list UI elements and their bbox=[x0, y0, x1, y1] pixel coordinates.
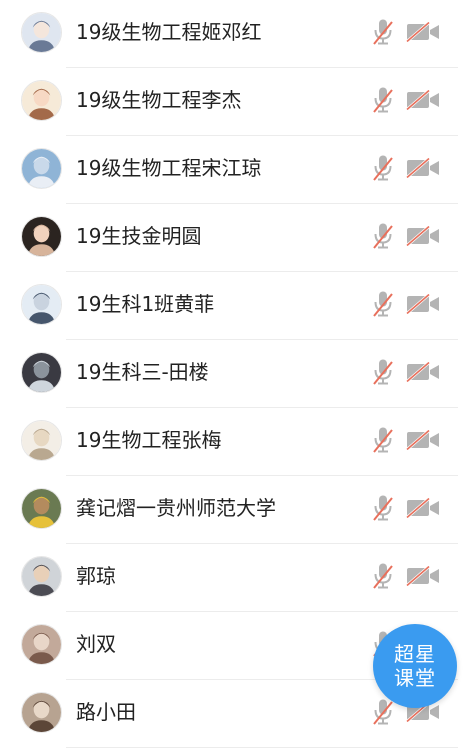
participant-name: 龚记熠一贵州师范大学 bbox=[76, 496, 276, 520]
participant-name: 19级生物工程姬邓红 bbox=[76, 20, 262, 44]
camera-off-icon[interactable] bbox=[406, 294, 440, 314]
camera-off-icon[interactable] bbox=[406, 22, 440, 42]
participant-name: 刘双 bbox=[76, 632, 116, 656]
participant-row[interactable]: 19生科三-田楼 bbox=[0, 340, 470, 408]
photo-avatar bbox=[21, 488, 62, 529]
dark-artwork-avatar bbox=[21, 352, 62, 393]
participant-name: 19生技金明圆 bbox=[76, 224, 202, 248]
muted-mic-icon[interactable] bbox=[372, 86, 394, 114]
anime-girl-avatar bbox=[21, 12, 62, 53]
participant-row[interactable]: 郭琼 bbox=[0, 544, 470, 612]
participant-name: 19生科1班黄菲 bbox=[76, 292, 215, 316]
photo-avatar bbox=[21, 624, 62, 665]
participant-name: 郭琼 bbox=[76, 564, 116, 588]
muted-mic-icon[interactable] bbox=[372, 222, 394, 250]
camera-off-icon[interactable] bbox=[406, 430, 440, 450]
participant-name: 19级生物工程李杰 bbox=[76, 88, 242, 112]
fab-label-line1: 超星 bbox=[394, 642, 436, 666]
camera-off-icon[interactable] bbox=[406, 226, 440, 246]
participant-row[interactable]: 19生科1班黄菲 bbox=[0, 272, 470, 340]
participant-name: 路小田 bbox=[76, 700, 136, 724]
muted-mic-icon[interactable] bbox=[372, 154, 394, 182]
participant-row[interactable]: 19生物工程张梅 bbox=[0, 408, 470, 476]
photo-avatar bbox=[21, 692, 62, 733]
chaoxing-classroom-button[interactable]: 超星 课堂 bbox=[373, 624, 457, 708]
muted-mic-icon[interactable] bbox=[372, 494, 394, 522]
camera-off-icon[interactable] bbox=[406, 362, 440, 382]
muted-mic-icon[interactable] bbox=[372, 426, 394, 454]
camera-off-icon[interactable] bbox=[406, 90, 440, 110]
muted-mic-icon[interactable] bbox=[372, 18, 394, 46]
muted-mic-icon[interactable] bbox=[372, 562, 394, 590]
camera-off-icon[interactable] bbox=[406, 158, 440, 178]
muted-mic-icon[interactable] bbox=[372, 358, 394, 386]
cartoon-girl-avatar bbox=[21, 80, 62, 121]
portrait-avatar bbox=[21, 284, 62, 325]
fab-label-line2: 课堂 bbox=[394, 666, 436, 690]
sketch-avatar bbox=[21, 420, 62, 461]
participant-name: 19生物工程张梅 bbox=[76, 428, 222, 452]
sky-avatar bbox=[21, 148, 62, 189]
camera-off-icon[interactable] bbox=[406, 566, 440, 586]
participant-row[interactable]: 19级生物工程宋江琼 bbox=[0, 136, 470, 204]
participant-row[interactable]: 19级生物工程姬邓红 bbox=[0, 0, 470, 68]
participant-name: 19级生物工程宋江琼 bbox=[76, 156, 262, 180]
participant-name: 19生科三-田楼 bbox=[76, 360, 209, 384]
participant-row[interactable]: 龚记熠一贵州师范大学 bbox=[0, 476, 470, 544]
camera-off-icon[interactable] bbox=[406, 498, 440, 518]
muted-mic-icon[interactable] bbox=[372, 698, 394, 726]
portrait-avatar bbox=[21, 216, 62, 257]
participant-row[interactable]: 19生技金明圆 bbox=[0, 204, 470, 272]
participant-row[interactable]: 19级生物工程李杰 bbox=[0, 68, 470, 136]
portrait-avatar bbox=[21, 556, 62, 597]
muted-mic-icon[interactable] bbox=[372, 290, 394, 318]
